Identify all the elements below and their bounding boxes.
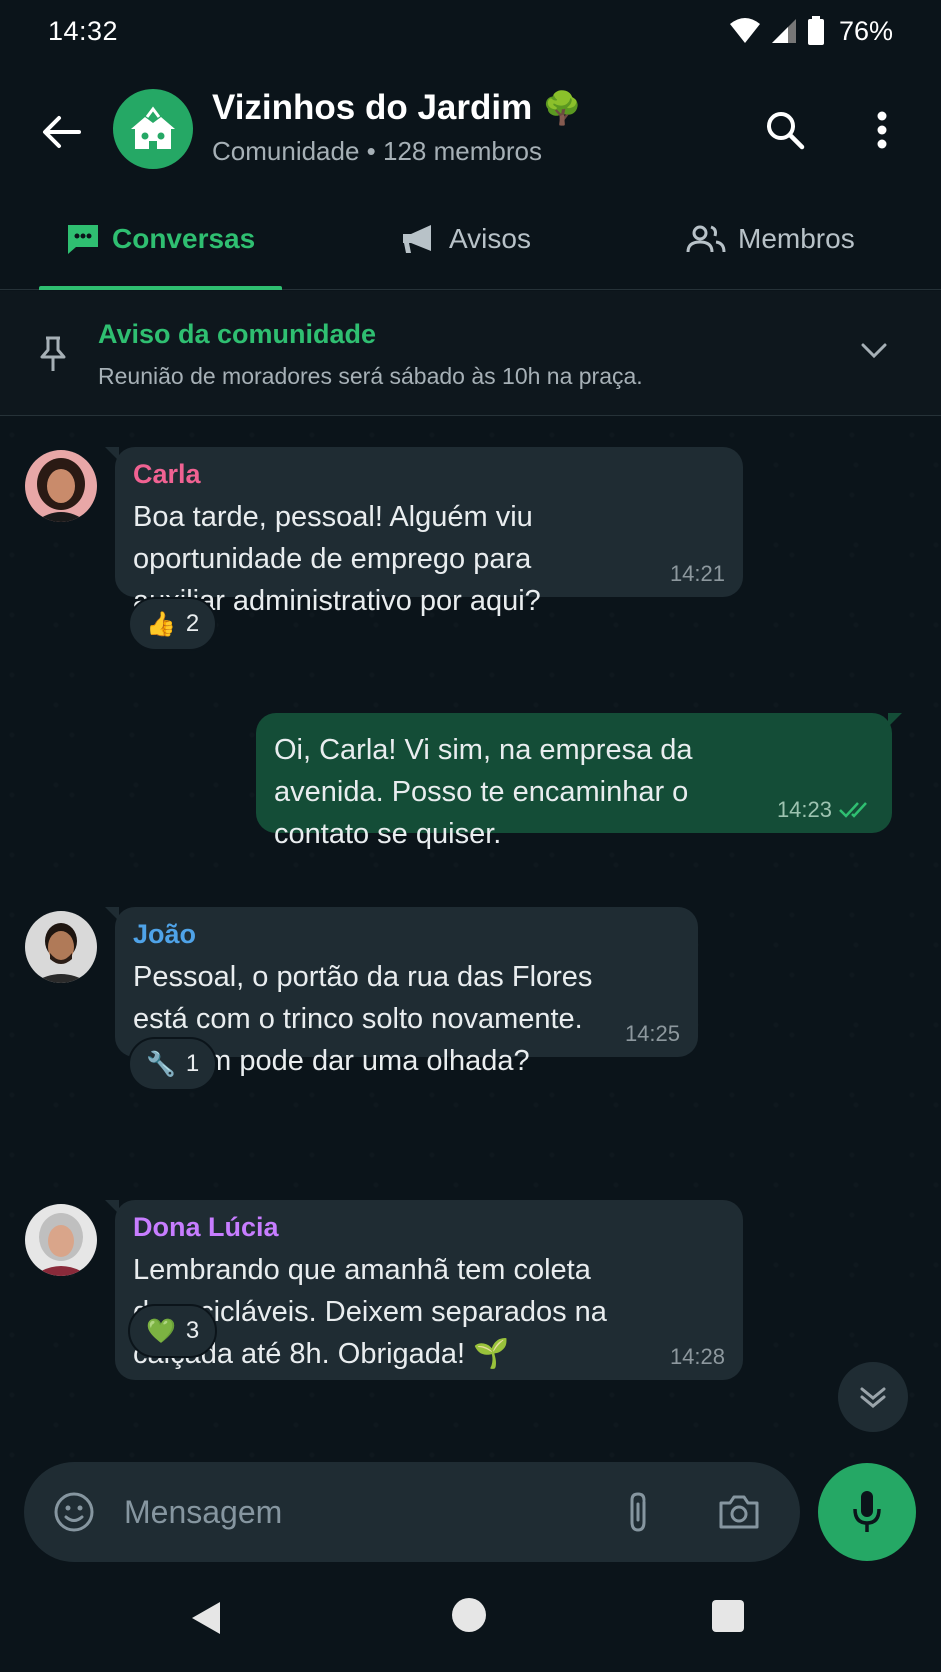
reaction-chip[interactable]: 👍 2 <box>128 597 218 651</box>
camera-icon <box>719 1495 759 1529</box>
tab-conversas-label: Conversas <box>112 223 256 254</box>
pinned-title: Aviso da comunidade <box>98 319 377 349</box>
message-time: 14:23 <box>776 797 832 822</box>
nav-recents-button[interactable] <box>712 1600 744 1632</box>
reaction-emoji: 💚 <box>146 1317 176 1345</box>
group-subtitle: Comunidade • 128 membros <box>212 136 542 166</box>
message-time: 14:28 <box>669 1344 725 1369</box>
composer-bar <box>24 1462 800 1562</box>
search-icon <box>767 112 805 150</box>
pin-icon <box>40 336 66 371</box>
message-bubble[interactable]: Carla Boa tarde, pessoal! Alguém viu opo… <box>105 447 743 617</box>
message-bubble[interactable]: Dona Lúcia Lembrando que amanhã tem cole… <box>105 1200 743 1380</box>
community-houses-icon <box>131 106 175 149</box>
status-icons: 76% <box>729 16 893 47</box>
reaction-emoji: 🔧 <box>146 1050 176 1078</box>
double-check-icon <box>839 802 867 818</box>
header-text[interactable]: Vizinhos do Jardim 🌳 Comunidade • 128 me… <box>212 88 582 167</box>
microphone-icon <box>853 1491 881 1532</box>
nav-back-icon[interactable] <box>190 1600 222 1636</box>
battery-percent: 76% <box>838 15 893 46</box>
avatar-joao[interactable] <box>25 911 97 983</box>
smiley-icon <box>54 1492 94 1532</box>
reaction-chip[interactable]: 🔧 1 <box>128 1037 218 1091</box>
group-avatar[interactable] <box>113 89 193 169</box>
people-icon <box>686 225 726 253</box>
reaction-emoji: 👍 <box>146 610 176 638</box>
group-name: Vizinhos do Jardim 🌳 <box>212 88 582 128</box>
search-button[interactable] <box>760 105 810 155</box>
tab-bar: Conversas Avisos Membros <box>0 190 941 290</box>
back-button[interactable] <box>36 107 86 157</box>
avatar-dona-lucia-image <box>25 1204 97 1276</box>
message-sender: Carla <box>133 459 201 489</box>
battery-icon <box>807 16 824 45</box>
tab-avisos[interactable]: Avisos <box>401 190 531 288</box>
camera-button[interactable] <box>714 1488 764 1536</box>
avatar-joao-image <box>25 911 97 983</box>
reaction-count: 1 <box>185 1050 200 1077</box>
message-bubble-outgoing[interactable]: Oi, Carla! Vi sim, na empresa da avenida… <box>256 713 902 850</box>
reaction-count: 2 <box>185 610 200 637</box>
arrow-left-icon <box>43 116 81 148</box>
status-time: 14:32 <box>48 15 119 46</box>
chat-bubbles-icon <box>68 225 98 254</box>
active-tab-indicator <box>39 286 282 290</box>
wifi-icon <box>729 18 760 43</box>
message-input[interactable] <box>124 1482 544 1542</box>
overflow-menu-button[interactable] <box>862 105 902 155</box>
scroll-to-bottom-button[interactable] <box>838 1362 908 1432</box>
message-time-status: 14:23 <box>777 797 874 823</box>
more-vertical-icon <box>877 111 887 149</box>
nav-home-button[interactable] <box>452 1598 486 1632</box>
system-nav-bar <box>0 1580 941 1672</box>
status-bar: 14:32 76% <box>0 0 941 62</box>
attach-button[interactable] <box>614 1488 662 1536</box>
pinned-expand-button[interactable] <box>856 333 892 369</box>
avatar-carla[interactable] <box>25 450 97 522</box>
chevron-double-down-icon <box>860 1387 886 1408</box>
reaction-count: 3 <box>185 1317 200 1344</box>
tree-emoji: 🌳 <box>542 90 583 126</box>
message-text: Oi, Carla! Vi sim, na empresa da avenida… <box>274 734 693 850</box>
message-sender: Dona Lúcia <box>133 1212 279 1242</box>
tab-membros-label: Membros <box>738 223 855 254</box>
reaction-chip[interactable]: 💚 3 <box>128 1304 218 1358</box>
message-sender: João <box>133 919 197 949</box>
tab-conversas[interactable]: Conversas <box>66 190 255 288</box>
voice-message-button[interactable] <box>818 1463 916 1561</box>
chevron-down-icon <box>861 343 887 359</box>
tab-avisos-label: Avisos <box>449 223 531 254</box>
megaphone-icon <box>403 225 431 253</box>
emoji-button[interactable] <box>50 1488 98 1536</box>
paperclip-icon <box>630 1492 646 1532</box>
signal-icon <box>771 19 796 43</box>
avatar-carla-image <box>25 450 97 522</box>
avatar-dona-lucia[interactable] <box>25 1204 97 1276</box>
pinned-notice[interactable]: Aviso da comunidade Reunião de moradores… <box>0 291 941 416</box>
message-time: 14:25 <box>624 1021 680 1046</box>
tab-membros[interactable]: Membros <box>686 190 855 288</box>
message-bubble[interactable]: João Pessoal, o portão da rua das Flores… <box>105 907 698 1077</box>
message-time: 14:21 <box>669 561 725 586</box>
group-name-text: Vizinhos do Jardim <box>212 88 533 127</box>
message-list[interactable]: Carla Boa tarde, pessoal! Alguém viu opo… <box>0 417 941 1460</box>
chat-header: Vizinhos do Jardim 🌳 Comunidade • 128 me… <box>0 72 941 187</box>
pinned-text: Reunião de moradores será sábado às 10h … <box>98 363 643 389</box>
